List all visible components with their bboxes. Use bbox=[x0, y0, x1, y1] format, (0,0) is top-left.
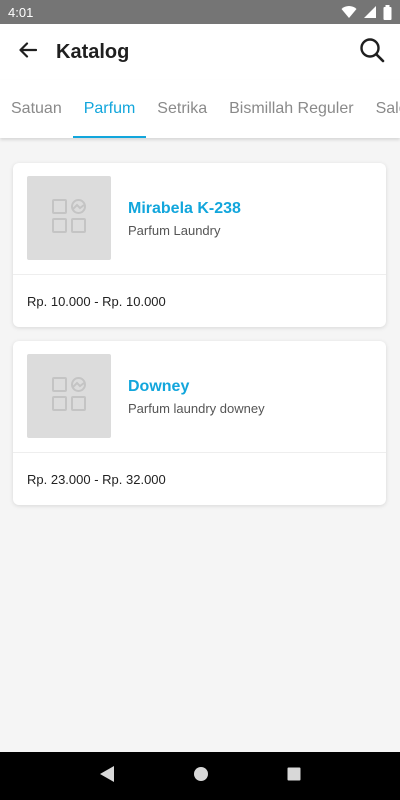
image-placeholder-icon bbox=[52, 198, 86, 238]
tab-label: Salon bbox=[375, 100, 400, 117]
battery-icon bbox=[383, 4, 392, 20]
tab-label: Bismillah Reguler bbox=[229, 100, 354, 117]
signal-icon bbox=[363, 5, 377, 19]
product-image bbox=[27, 176, 111, 260]
product-card[interactable]: Downey Parfum laundry downey Rp. 23.000 … bbox=[13, 341, 386, 505]
product-price: Rp. 10.000 - Rp. 10.000 bbox=[27, 293, 166, 309]
tab-strip[interactable]: Satuan Parfum Setrika Bismillah Reguler … bbox=[0, 80, 400, 138]
product-card-header: Mirabela K-238 Parfum Laundry bbox=[13, 163, 386, 275]
product-description: Parfum Laundry bbox=[128, 223, 221, 238]
recents-square-icon[interactable] bbox=[287, 767, 301, 786]
tab-salon[interactable]: Salon bbox=[365, 80, 400, 138]
image-placeholder-icon bbox=[52, 376, 86, 416]
search-button[interactable] bbox=[344, 24, 400, 80]
status-time: 4:01 bbox=[8, 4, 34, 20]
back-button[interactable] bbox=[0, 24, 56, 80]
product-card-header: Downey Parfum laundry downey bbox=[13, 341, 386, 453]
status-bar: 4:01 bbox=[0, 0, 400, 24]
app-bar: Katalog bbox=[0, 24, 400, 80]
wifi-icon bbox=[341, 5, 357, 19]
tab-setrika[interactable]: Setrika bbox=[146, 80, 218, 138]
product-description: Parfum laundry downey bbox=[128, 401, 265, 416]
search-icon bbox=[359, 37, 385, 68]
tab-bismillah-reguler[interactable]: Bismillah Reguler bbox=[218, 80, 365, 138]
arrow-left-icon bbox=[19, 41, 38, 63]
tab-label: Parfum bbox=[83, 100, 136, 117]
back-triangle-icon[interactable] bbox=[99, 765, 115, 788]
product-name: Downey bbox=[128, 378, 190, 395]
product-info: Downey Parfum laundry downey bbox=[128, 354, 265, 416]
category-tabs: Satuan Parfum Setrika Bismillah Reguler … bbox=[0, 80, 400, 138]
home-circle-icon[interactable] bbox=[193, 766, 209, 787]
system-nav-bar bbox=[0, 752, 400, 800]
tab-satuan[interactable]: Satuan bbox=[0, 80, 73, 138]
product-info: Mirabela K-238 Parfum Laundry bbox=[128, 176, 241, 238]
tab-parfum[interactable]: Parfum bbox=[72, 80, 147, 138]
tab-label: Satuan bbox=[11, 100, 62, 117]
status-icons bbox=[341, 4, 392, 20]
product-name: Mirabela K-238 bbox=[128, 200, 241, 217]
product-card[interactable]: Mirabela K-238 Parfum Laundry Rp. 10.000… bbox=[13, 163, 386, 327]
product-price: Rp. 23.000 - Rp. 32.000 bbox=[27, 471, 166, 487]
product-image bbox=[27, 354, 111, 438]
page-title: Katalog bbox=[56, 40, 130, 63]
tab-label: Setrika bbox=[157, 100, 208, 117]
